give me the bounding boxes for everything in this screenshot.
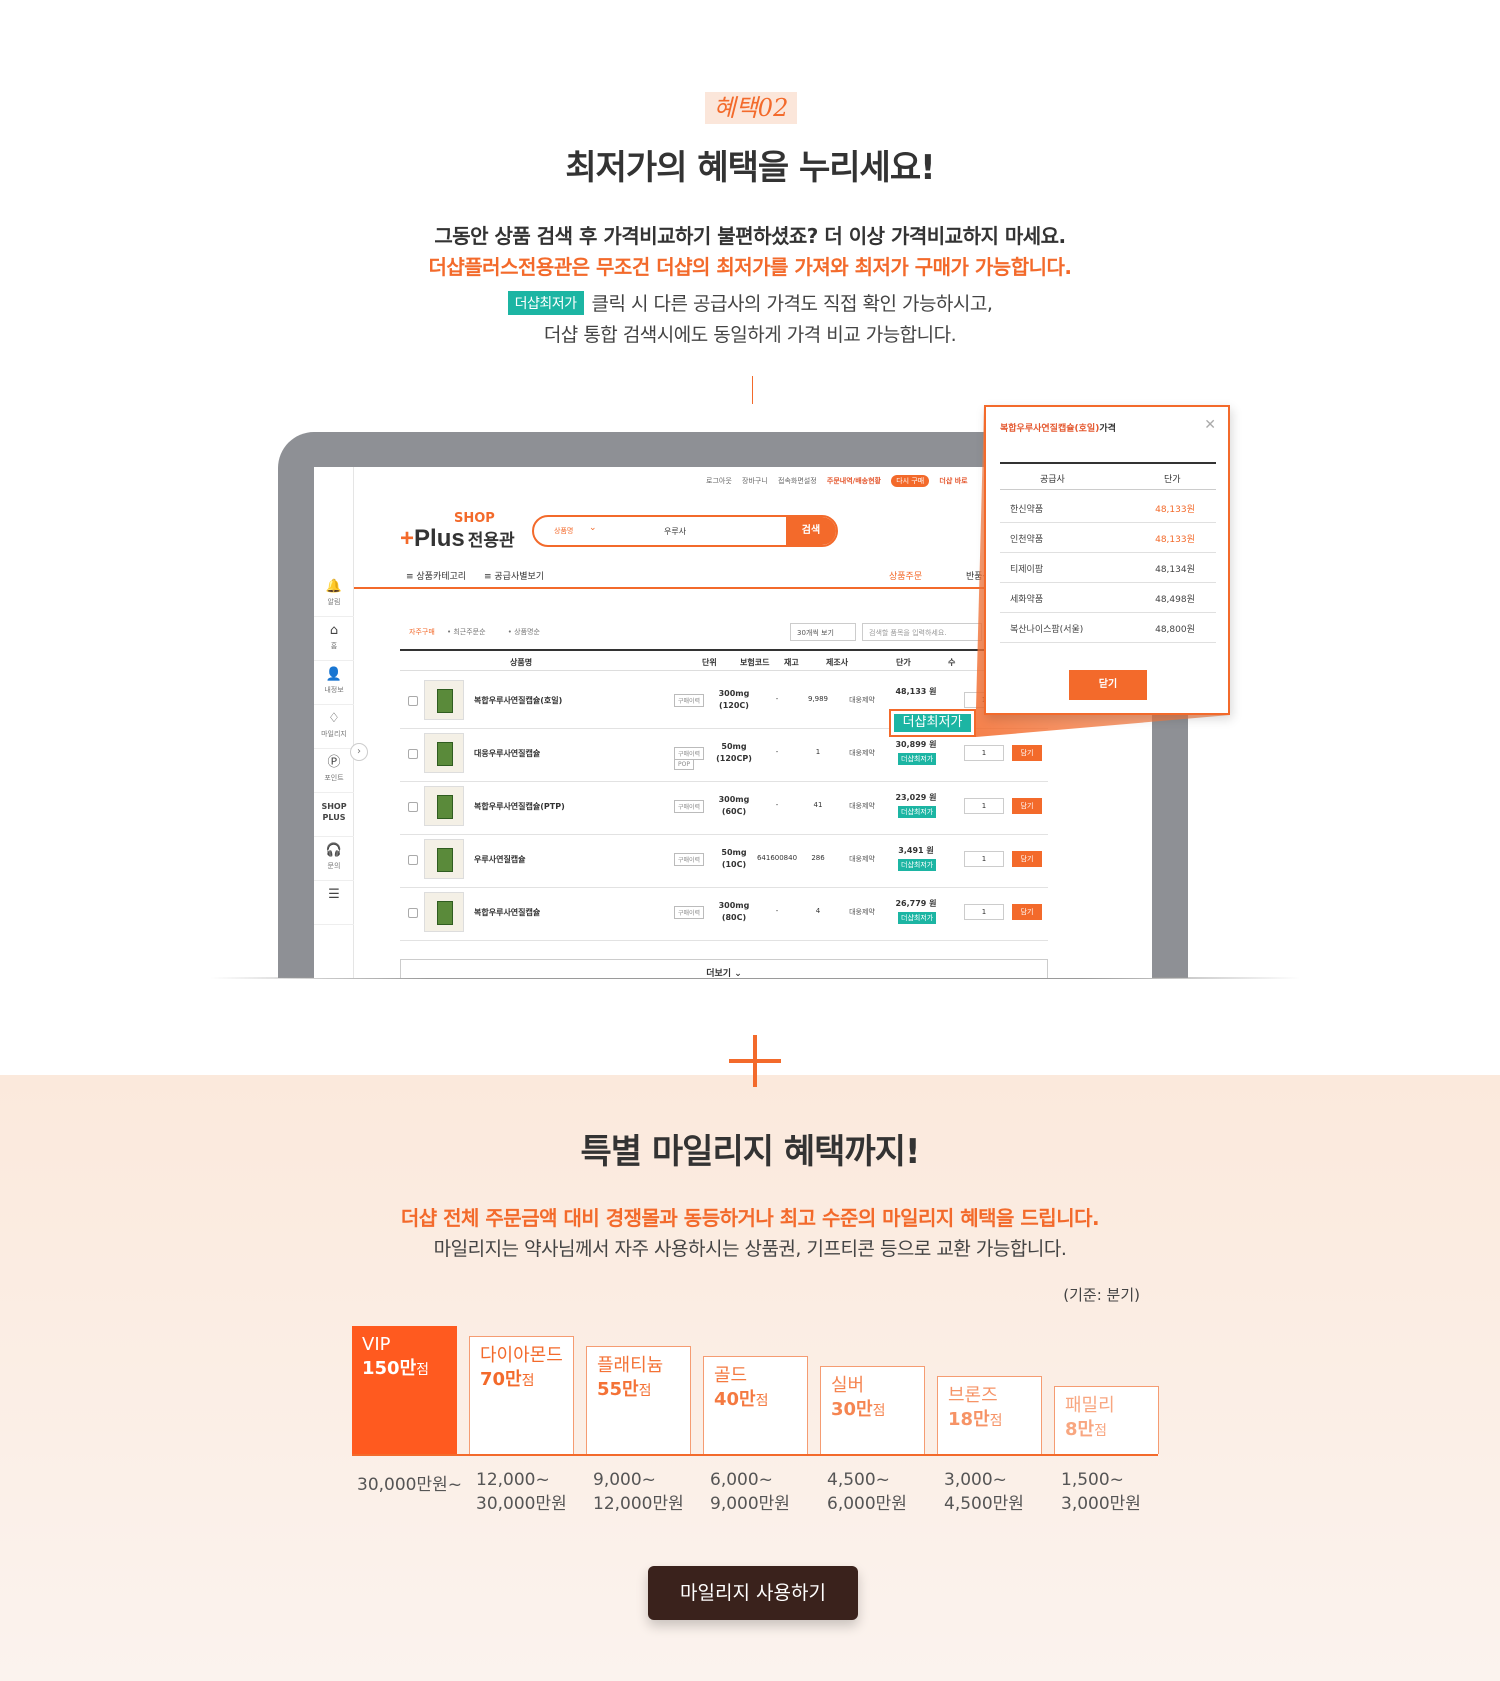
tier-card: 골드 40만점	[703, 1356, 808, 1454]
tier-points: 8만점	[1065, 1419, 1107, 1440]
tier-points: 40만점	[714, 1389, 769, 1410]
tier-name: 플래티늄	[597, 1355, 664, 1376]
tier-range: 4,500~ 6,000만원	[827, 1470, 907, 1514]
tier-card: 브론즈 18만점	[937, 1376, 1042, 1454]
popup-col-supplier: 공급사	[1040, 475, 1065, 485]
tier-range: 9,000~ 12,000만원	[593, 1470, 684, 1514]
supplier-row: 인천약품 48,133원	[1000, 521, 1216, 553]
tier-range: 12,000~ 30,000만원	[476, 1470, 567, 1514]
popup-table-header: 공급사 단가	[1000, 462, 1216, 490]
tier-baseline	[352, 1454, 1158, 1456]
supplier-row: 한신약품 48,133원	[1000, 491, 1216, 523]
popup-col-price: 단가	[1164, 475, 1181, 485]
tier-name: 패밀리	[1065, 1395, 1115, 1416]
tier-name: 브론즈	[948, 1385, 998, 1406]
plus-icon	[753, 1035, 757, 1087]
mileage-desc-1: 더샵 전체 주문금액 대비 경쟁몰과 동등하거나 최고 수준의 마일리지 혜택을…	[400, 1206, 1100, 1230]
popup-title: 복합우루사연질캡슐(호일)가격	[1000, 424, 1116, 434]
supplier-name: 티제이팜	[1010, 565, 1044, 575]
tier-points: 70만점	[480, 1369, 535, 1390]
mileage-title: 특별 마일리지 혜택까지!	[580, 1132, 921, 1172]
tier-name: 골드	[714, 1365, 748, 1386]
supplier-name: 세화약품	[1010, 595, 1044, 605]
tier-card: 패밀리 8만점	[1054, 1386, 1159, 1454]
supplier-price: 48,800원	[1155, 625, 1195, 635]
supplier-row: 복산나이스팜(서울) 48,800원	[1000, 611, 1216, 643]
tier-name: 실버	[831, 1375, 865, 1396]
supplier-row: 티제이팜 48,134원	[1000, 551, 1216, 583]
tier-range: 30,000만원~	[357, 1475, 463, 1495]
highlight-beam	[976, 405, 1230, 737]
tier-name: 다이아몬드	[480, 1345, 563, 1366]
tier-points: 18만점	[948, 1409, 1003, 1430]
supplier-price: 48,498원	[1155, 595, 1195, 605]
supplier-row: 세화약품 48,498원	[1000, 581, 1216, 613]
tier-points: 55만점	[597, 1379, 652, 1400]
tier-points: 30만점	[831, 1399, 886, 1420]
tier-range: 6,000~ 9,000만원	[710, 1470, 790, 1514]
tier-card: 실버 30만점	[820, 1366, 925, 1454]
popup-close-button[interactable]: 닫기	[1069, 670, 1147, 700]
tier-card: 플래티늄 55만점	[586, 1346, 691, 1454]
supplier-name: 한신약품	[1010, 505, 1044, 515]
supplier-name: 인천약품	[1010, 535, 1044, 545]
supplier-price: 48,133원	[1155, 505, 1195, 515]
tier-name: VIP	[362, 1334, 391, 1355]
supplier-name: 복산나이스팜(서울)	[1010, 625, 1084, 635]
lowest-price-callout[interactable]: 더샵최저가	[889, 709, 976, 737]
mileage-basis: (기준: 분기)	[1063, 1286, 1140, 1304]
supplier-price: 48,134원	[1155, 565, 1195, 575]
close-icon[interactable]: ✕	[1204, 417, 1216, 433]
mileage-desc-2: 마일리지는 약사님께서 자주 사용하시는 상품권, 기프티콘 등으로 교환 가능…	[433, 1238, 1067, 1260]
use-mileage-button[interactable]: 마일리지 사용하기	[648, 1566, 858, 1620]
supplier-price: 48,133원	[1155, 535, 1195, 545]
price-compare-popup: 복합우루사연질캡슐(호일)가격 ✕ 공급사 단가 한신약품 48,133원 인천약품…	[984, 405, 1230, 715]
tier-range: 1,500~ 3,000만원	[1061, 1470, 1141, 1514]
tier-card: 다이아몬드 70만점	[469, 1336, 574, 1454]
tier-card: VIP 150만점	[352, 1326, 457, 1454]
page: 혜택02 최저가의 혜택을 누리세요! 그동안 상품 검색 후 가격비교하기 불…	[0, 0, 1500, 1681]
tier-range: 3,000~ 4,500만원	[944, 1470, 1024, 1514]
tier-points: 150만점	[362, 1358, 430, 1379]
